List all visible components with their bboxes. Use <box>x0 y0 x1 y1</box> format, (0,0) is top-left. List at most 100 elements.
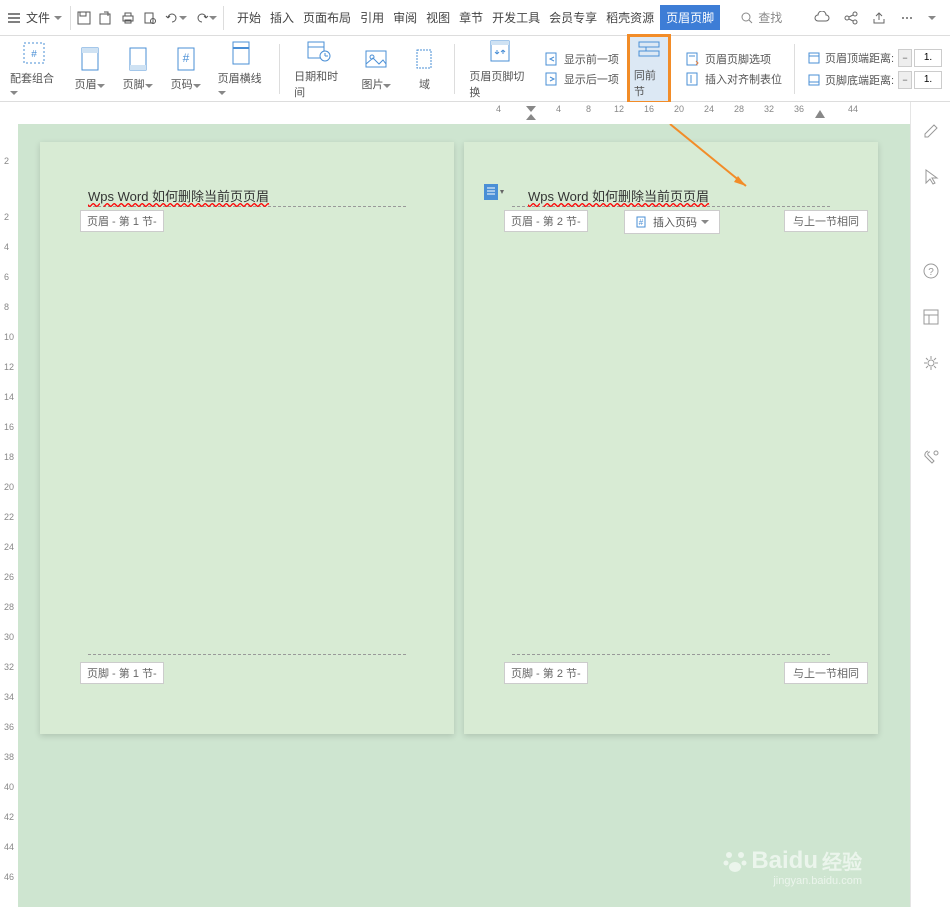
header-options-button[interactable] <box>484 184 506 205</box>
same-prev-label: 同前节 <box>634 67 664 99</box>
page-2[interactable]: Wps Word 如何删除当前页页眉 页眉 - 第 2 节- # 插入页码 与上… <box>464 142 878 734</box>
chevron-down-icon <box>10 91 18 95</box>
tab-insert[interactable]: 插入 <box>267 5 297 30</box>
svg-text:#: # <box>639 218 644 227</box>
top-dist-label: 页眉顶端距离: <box>825 50 894 66</box>
insert-pagenum-button[interactable]: # 插入页码 <box>624 210 720 234</box>
hf-options-button[interactable]: 页眉页脚选项 <box>681 50 786 68</box>
tab-resources[interactable]: 稻壳资源 <box>603 5 657 30</box>
ruler-tick: 16 <box>644 104 654 114</box>
pagenum-button[interactable]: # 页码 <box>164 42 208 96</box>
bot-dist-row: 页脚底端距离: − <box>803 70 946 90</box>
field-button[interactable]: 域 <box>402 42 446 96</box>
search-button[interactable]: 查找 <box>740 9 782 26</box>
picture-button[interactable]: 图片 <box>354 42 398 96</box>
ruler-tick: 12 <box>4 362 14 372</box>
tab-review[interactable]: 审阅 <box>390 5 420 30</box>
insert-tab-label: 插入对齐制表位 <box>705 71 782 87</box>
footer-section-tag: 页脚 - 第 2 节- <box>504 662 588 684</box>
ribbon-separator <box>454 44 455 94</box>
indent-marker-right[interactable] <box>813 108 827 120</box>
header-label: 页眉 <box>75 79 97 91</box>
chevron-down-icon <box>383 84 391 88</box>
datetime-label: 日期和时间 <box>294 68 344 100</box>
top-dist-row: 页眉顶端距离: − <box>803 48 946 68</box>
header-text[interactable]: Wps Word 如何删除当前页页眉 <box>528 189 709 207</box>
top-dist-stepper[interactable]: − <box>898 49 942 67</box>
export-icon[interactable] <box>872 11 886 25</box>
tab-headerfooter[interactable]: 页眉页脚 <box>660 5 720 30</box>
bot-dist-icon <box>807 73 821 87</box>
tab-pagelayout[interactable]: 页面布局 <box>300 5 354 30</box>
tab-vip[interactable]: 会员专享 <box>546 5 600 30</box>
file-menu[interactable]: 文件 <box>8 9 62 26</box>
insert-tab-button[interactable]: 插入对齐制表位 <box>681 70 786 88</box>
footer-label: 页脚 <box>123 79 145 91</box>
ruler-tick: 2 <box>4 212 9 222</box>
cursor-icon[interactable] <box>922 168 940 186</box>
chevron-down-icon[interactable] <box>928 16 936 20</box>
same-prev-section-button[interactable]: 同前节 <box>627 34 671 104</box>
search-icon <box>740 11 754 25</box>
more-icon[interactable] <box>900 11 914 25</box>
ruler-tick: 16 <box>4 422 14 432</box>
header-area[interactable]: Wps Word 如何删除当前页页眉 <box>88 186 406 207</box>
ruler-tick: 44 <box>4 842 14 852</box>
redo-button[interactable] <box>195 11 217 25</box>
preview-icon[interactable] <box>143 11 157 25</box>
field-label: 域 <box>419 76 430 92</box>
ruler-tick: 22 <box>4 512 14 522</box>
show-next-button[interactable]: 显示后一项 <box>540 70 623 88</box>
top-dist-input[interactable] <box>914 49 942 67</box>
bot-dist-stepper[interactable]: − <box>898 71 942 89</box>
tab-view[interactable]: 视图 <box>423 5 453 30</box>
minus-button[interactable]: − <box>898 71 912 89</box>
print-icon[interactable] <box>121 11 135 25</box>
datetime-button[interactable]: 日期和时间 <box>288 34 350 104</box>
header-button[interactable]: 页眉 <box>68 42 112 96</box>
same-prev-icon <box>636 39 662 63</box>
ruler-tick: 10 <box>4 332 14 342</box>
save-icon[interactable] <box>77 11 91 25</box>
show-prev-button[interactable]: 显示前一项 <box>540 50 623 68</box>
settings-icon[interactable] <box>922 354 940 372</box>
ruler-tick: 32 <box>764 104 774 114</box>
help-icon[interactable]: ? <box>922 262 940 280</box>
bot-dist-input[interactable] <box>914 71 942 89</box>
watermark-suffix: 经验 <box>822 846 862 875</box>
titlebar-right-icons <box>814 11 936 25</box>
headerline-button[interactable]: 页眉横线 <box>212 36 272 102</box>
watermark-brand: Baidu <box>751 847 818 875</box>
indent-marker[interactable] <box>524 104 538 122</box>
field-icon <box>413 46 435 72</box>
show-prev-label: 显示前一项 <box>564 51 619 67</box>
page-1[interactable]: Wps Word 如何删除当前页页眉 页眉 - 第 1 节- 页脚 - 第 1 … <box>40 142 454 734</box>
pencil-icon[interactable] <box>922 122 940 140</box>
tab-devtools[interactable]: 开发工具 <box>489 5 543 30</box>
footer-button[interactable]: 页脚 <box>116 42 160 96</box>
ruler-tick: 6 <box>4 272 9 282</box>
ruler-tick: 4 <box>556 104 561 114</box>
document-canvas[interactable]: Wps Word 如何删除当前页页眉 页眉 - 第 1 节- 页脚 - 第 1 … <box>18 124 910 907</box>
cloud-icon[interactable] <box>814 11 830 25</box>
template-icon[interactable] <box>922 308 940 326</box>
combo-button[interactable]: # 配套组合 <box>4 36 64 102</box>
ruler-tick: 4 <box>496 104 501 114</box>
switch-button[interactable]: 页眉页脚切换 <box>463 34 535 104</box>
save-as-icon[interactable] <box>99 11 113 25</box>
tools-icon[interactable] <box>922 448 940 466</box>
tab-references[interactable]: 引用 <box>357 5 387 30</box>
undo-button[interactable] <box>165 11 187 25</box>
header-text[interactable]: Wps Word 如何删除当前页页眉 <box>88 189 269 207</box>
search-label: 查找 <box>758 9 782 26</box>
ruler-horizontal: 4 4 8 12 16 20 24 28 32 36 44 <box>18 102 910 124</box>
footer-section-tag: 页脚 - 第 1 节- <box>80 662 164 684</box>
tab-start[interactable]: 开始 <box>234 5 264 30</box>
switch-label: 页眉页脚切换 <box>469 68 529 100</box>
minus-button[interactable]: − <box>898 49 912 67</box>
header-area[interactable]: Wps Word 如何删除当前页页眉 <box>512 186 830 207</box>
tab-section[interactable]: 章节 <box>456 5 486 30</box>
ruler-vertical: 2 2 4 6 8 10 12 14 16 18 20 22 24 26 28 … <box>0 124 18 907</box>
ribbon: # 配套组合 页眉 页脚 # 页码 页眉横线 日期和时间 图片 域 页眉页脚切换… <box>0 36 950 102</box>
share-icon[interactable] <box>844 11 858 25</box>
